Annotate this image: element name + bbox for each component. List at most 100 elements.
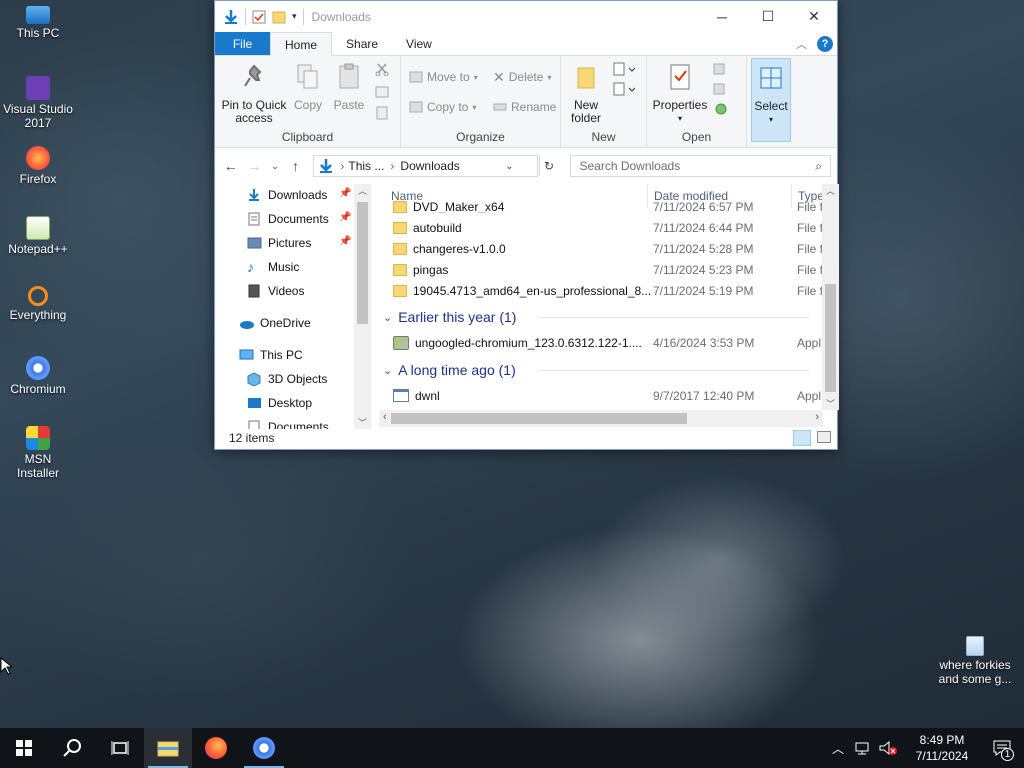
breadcrumb-downloads[interactable]: Downloads (400, 159, 459, 173)
address-dropdown-icon[interactable]: ⌄ (505, 161, 513, 172)
desktop-icon-msn-installer[interactable]: MSN Installer (2, 426, 74, 480)
msn-installer-icon (26, 426, 50, 450)
paste-button[interactable]: Paste (329, 62, 369, 112)
3d-objects-icon (247, 372, 261, 386)
search-input[interactable]: Search Downloads ⌕ (570, 155, 831, 177)
minimize-button[interactable]: ─ (699, 1, 745, 32)
refresh-icon[interactable]: ↻ (539, 156, 557, 176)
help-icon[interactable]: ? (817, 36, 833, 52)
horizontal-scroll-thumb[interactable] (391, 413, 687, 424)
back-button[interactable]: ← (221, 158, 241, 174)
desktop-icon-notepadpp[interactable]: Notepad++ (2, 216, 74, 256)
recent-locations-button[interactable]: ⌄ (268, 161, 282, 172)
scroll-up-icon[interactable]: ︿ (358, 184, 367, 197)
rename-label: Rename (511, 100, 557, 114)
list-item[interactable]: autobuild 7/11/2024 6:44 PM File f (379, 217, 823, 238)
edit-icon[interactable] (713, 82, 733, 96)
taskbar-file-explorer[interactable] (144, 728, 192, 768)
action-center-button[interactable]: 1 (980, 728, 1024, 768)
tab-file[interactable]: File (215, 32, 270, 55)
group-header-earlier[interactable]: ⌄ Earlier this year (1) (379, 306, 819, 328)
desktop-icon-visual-studio[interactable]: Visual Studio 2017 (2, 76, 74, 130)
copy-to-button[interactable]: Copy to ▾ (409, 96, 476, 118)
chevron-down-icon: ⌄ (383, 364, 393, 377)
file-list-scrollbar[interactable]: ︿ ﹀ (822, 184, 839, 410)
desktop-icon-this-pc[interactable]: This PC (2, 6, 74, 40)
forward-button[interactable]: → (245, 158, 265, 174)
easy-access-icon[interactable] (613, 82, 635, 98)
tab-share[interactable]: Share (332, 32, 392, 55)
nav-item-downloads[interactable]: Downloads (247, 184, 327, 206)
network-icon[interactable] (854, 741, 872, 755)
taskbar-chromium[interactable] (240, 728, 288, 768)
nav-item-desktop[interactable]: Desktop (247, 392, 312, 414)
tab-home[interactable]: Home (270, 32, 333, 56)
properties-button[interactable]: Properties ▾ (651, 62, 709, 125)
nav-item-documents[interactable]: Documents (247, 208, 329, 230)
nav-item-onedrive[interactable]: OneDrive (239, 312, 311, 334)
details-view-icon[interactable] (793, 430, 811, 446)
file-name: changeres-v1.0.0 (413, 241, 506, 256)
pin-to-quick-access-button[interactable]: Pin to Quick access (219, 62, 289, 125)
list-item[interactable]: dwnl 9/7/2017 12:40 PM Appl (379, 385, 823, 406)
new-folder-icon (577, 67, 595, 89)
taskbar-firefox[interactable] (192, 728, 240, 768)
list-item[interactable]: ungoogled-chromium_123.0.6312.122-1.... … (379, 332, 823, 353)
copy-button[interactable]: Copy (289, 62, 327, 112)
properties-check-icon[interactable] (252, 10, 266, 24)
move-to-button[interactable]: Move to ▾ (409, 66, 478, 88)
task-view-button[interactable] (96, 728, 144, 768)
list-item[interactable]: changeres-v1.0.0 7/11/2024 5:28 PM File … (379, 238, 823, 259)
cut-icon[interactable] (375, 62, 389, 76)
desktop-icon-firefox[interactable]: Firefox (2, 146, 74, 186)
scroll-left-icon[interactable]: ‹ (383, 411, 387, 423)
desktop-icon-everything[interactable]: Everything (2, 286, 74, 322)
scroll-down-icon[interactable]: ﹀ (826, 397, 835, 410)
file-date: 7/11/2024 5:19 PM (653, 283, 754, 298)
list-item[interactable]: pingas 7/11/2024 5:23 PM File f (379, 259, 823, 280)
select-button[interactable]: Select ▾ (751, 58, 791, 142)
search-button[interactable] (48, 728, 96, 768)
list-item[interactable]: 19045.4713_amd64_en-us_professional_8...… (379, 280, 823, 301)
close-button[interactable]: ✕ (791, 1, 837, 32)
scroll-right-icon[interactable]: › (815, 411, 819, 423)
open-icon[interactable] (713, 62, 733, 76)
list-item[interactable]: DVD_Maker_x64 7/11/2024 6:57 PM File f (379, 201, 823, 213)
address-bar[interactable]: › This ... › Downloads ⌄ ↻ (313, 155, 554, 177)
history-icon[interactable] (713, 102, 733, 116)
copy-path-icon[interactable] (375, 86, 389, 98)
desktop-icon-recycle-bin[interactable]: where forkies and some g... (934, 636, 1016, 686)
new-folder-icon[interactable] (272, 10, 286, 24)
clock[interactable]: 8:49 PM 7/11/2024 (904, 732, 980, 764)
new-folder-button[interactable]: New folder (565, 62, 607, 125)
up-button[interactable]: ↑ (286, 158, 306, 174)
nav-item-3d-objects[interactable]: 3D Objects (247, 368, 327, 390)
show-hidden-icons-chevron-icon[interactable]: ︿ (832, 740, 844, 757)
file-scroll-thumb[interactable] (825, 284, 836, 392)
nav-scrollbar[interactable]: ︿ ﹀ (354, 184, 371, 429)
desktop-icon-chromium[interactable]: Chromium (2, 356, 74, 396)
paste-shortcut-icon[interactable] (375, 106, 389, 120)
horizontal-scrollbar[interactable]: ‹ › (379, 410, 823, 427)
scroll-up-icon[interactable]: ︿ (826, 184, 835, 197)
tab-view[interactable]: View (392, 32, 446, 55)
collapse-ribbon-icon[interactable]: ︿ (796, 36, 807, 52)
nav-item-this-pc[interactable]: This PC (239, 344, 303, 366)
qat-dropdown-icon[interactable]: ▾ (292, 11, 297, 22)
group-header-long-ago[interactable]: ⌄ A long time ago (1) (379, 359, 819, 381)
large-icons-view-icon[interactable] (817, 431, 831, 443)
downloads-icon (320, 159, 333, 173)
delete-button[interactable]: ✕ Delete ▾ (493, 66, 551, 88)
nav-item-music[interactable]: ♪ Music (247, 256, 299, 278)
rename-button[interactable]: Rename (493, 96, 556, 118)
select-all-icon (760, 67, 782, 89)
nav-item-pictures[interactable]: Pictures (247, 232, 311, 254)
nav-scroll-thumb[interactable] (357, 202, 368, 324)
maximize-button[interactable]: ☐ (745, 1, 791, 32)
nav-item-videos[interactable]: Videos (247, 280, 304, 302)
chevron-down-icon: ▾ (677, 114, 682, 123)
new-item-icon[interactable] (613, 62, 635, 78)
start-button[interactable] (0, 728, 48, 768)
breadcrumb-this-pc[interactable]: This ... (348, 159, 384, 173)
volume-muted-icon[interactable] (878, 740, 898, 756)
